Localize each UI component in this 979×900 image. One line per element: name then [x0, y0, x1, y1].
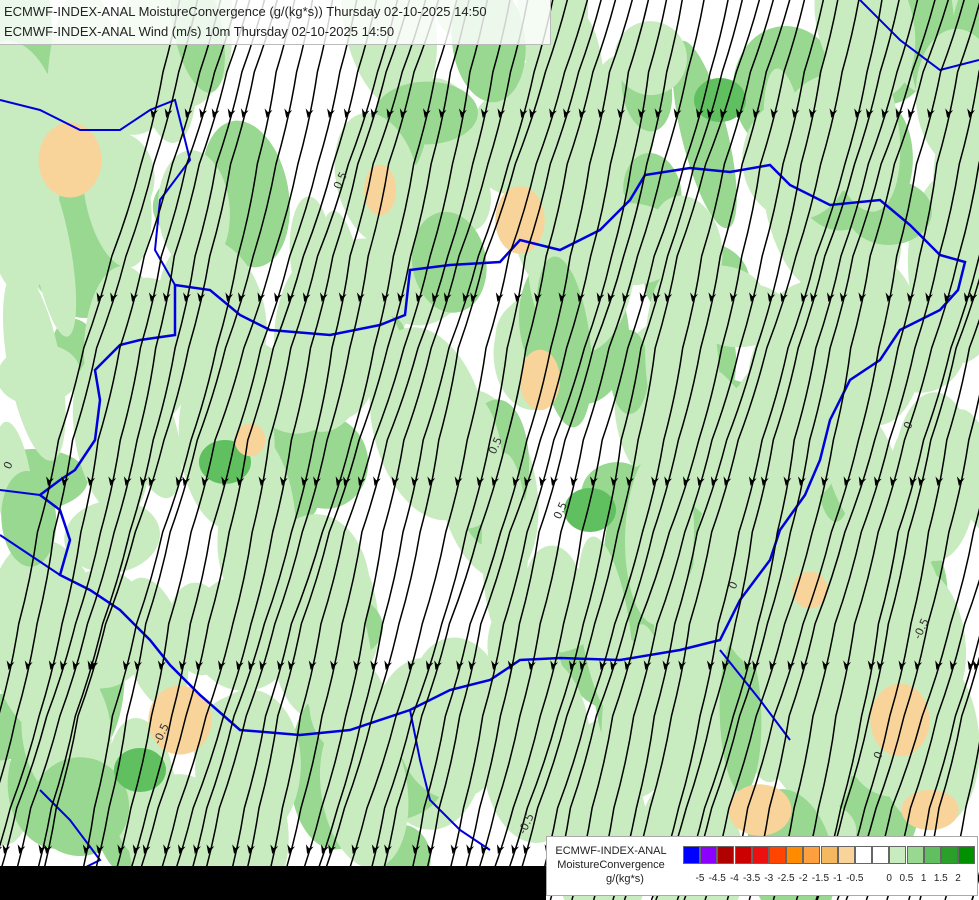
- legend-swatch: [906, 846, 924, 864]
- legend-swatch: [734, 846, 752, 864]
- legend-tick-label: -4.5: [708, 873, 726, 884]
- divergence-patch: [520, 349, 560, 411]
- legend-tick-label: 1.5: [933, 873, 948, 884]
- legend-swatch: [872, 846, 890, 864]
- title-wind: ECMWF-INDEX-ANAL Wind (m/s) 10m Thursday…: [4, 24, 395, 39]
- color-legend: ECMWF-INDEX-ANAL MoistureConvergence g/(…: [546, 836, 978, 896]
- weather-map: 0.50-0.500.5-0.500.50-0.5: [0, 0, 979, 900]
- legend-tick-label: 0: [886, 873, 892, 884]
- legend-swatch: [923, 846, 941, 864]
- legend-tick-label: -3: [764, 873, 774, 884]
- legend-swatch: [958, 846, 976, 864]
- legend-tick-label: -0.5: [846, 873, 864, 884]
- divergence-patch: [728, 784, 792, 836]
- title-moisture-convergence: ECMWF-INDEX-ANAL MoistureConvergence (g/…: [4, 4, 487, 19]
- legend-swatch: [717, 846, 735, 864]
- legend-swatch: [820, 846, 838, 864]
- legend-swatch: [837, 846, 855, 864]
- legend-swatch: [700, 846, 718, 864]
- legend-tick-label: -2.5: [777, 873, 795, 884]
- legend-tick-label: 1: [920, 873, 927, 884]
- legend-tick-label: -1: [833, 873, 843, 884]
- legend-tick-label: 2: [955, 873, 961, 884]
- legend-swatch: [683, 846, 700, 864]
- legend-tick-label: -4: [729, 873, 739, 884]
- legend-tick-label: -5: [695, 873, 705, 884]
- legend-tick-label: -1.5: [811, 873, 830, 884]
- strong-convergence-patch: [114, 748, 166, 792]
- legend-variable: MoistureConvergence: [557, 859, 665, 871]
- map-footer-bar: [0, 866, 546, 900]
- legend-model: ECMWF-INDEX-ANAL: [555, 845, 667, 857]
- legend-tick-label: 0.5: [899, 873, 914, 884]
- legend-swatch: [786, 846, 804, 864]
- legend-tick-label: -3.5: [742, 873, 761, 884]
- legend-swatch: [941, 846, 958, 864]
- divergence-patch: [38, 122, 102, 198]
- legend-unit: g/(kg*s): [606, 873, 644, 885]
- legend-swatch: [803, 846, 821, 864]
- legend-swatch: [751, 846, 769, 864]
- map-title-box: ECMWF-INDEX-ANAL MoistureConvergence (g/…: [0, 0, 551, 45]
- legend-tick-label: -2: [798, 873, 808, 884]
- legend-swatch: [855, 846, 872, 864]
- legend-swatch: [889, 846, 907, 864]
- legend-swatch: [769, 846, 786, 864]
